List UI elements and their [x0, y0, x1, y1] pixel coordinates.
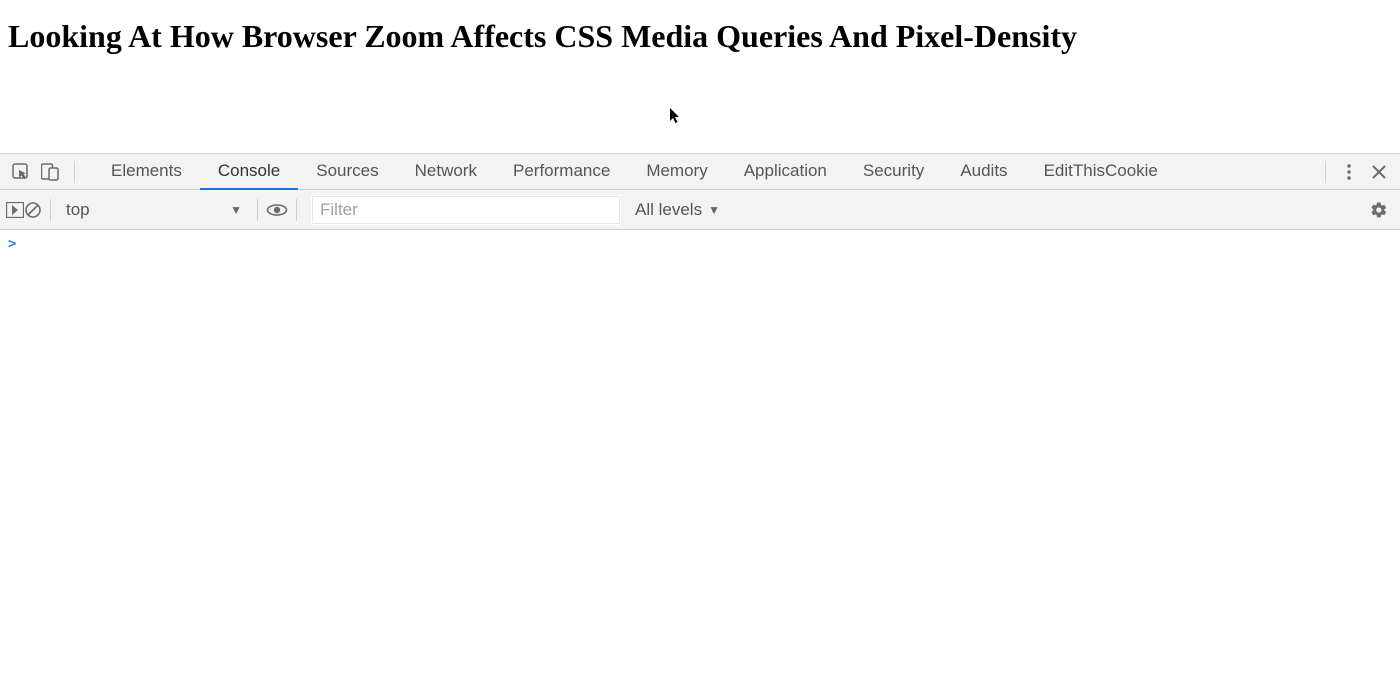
tab-performance[interactable]: Performance [495, 154, 628, 190]
tab-editthiscookie[interactable]: EditThisCookie [1026, 154, 1176, 190]
page-title: Looking At How Browser Zoom Affects CSS … [8, 18, 1392, 55]
console-toolbar: top ▼ All levels ▼ [0, 190, 1400, 230]
tab-label: EditThisCookie [1044, 161, 1158, 181]
tab-label: Console [218, 161, 280, 181]
tab-label: Performance [513, 161, 610, 181]
tab-label: Memory [646, 161, 707, 181]
separator [257, 199, 258, 221]
console-body[interactable]: > [0, 230, 1400, 700]
filter-input[interactable] [311, 195, 621, 225]
clear-console-icon[interactable] [24, 201, 42, 219]
execution-context-dropdown[interactable]: top ▼ [59, 196, 249, 224]
tab-security[interactable]: Security [845, 154, 942, 190]
toggle-device-toolbar-icon[interactable] [36, 157, 66, 187]
separator [50, 199, 51, 221]
live-expression-icon[interactable] [266, 203, 288, 217]
devtools-tabs: Elements Console Sources Network Perform… [93, 154, 1176, 190]
chevron-down-icon: ▼ [708, 203, 720, 217]
separator [296, 199, 297, 221]
tab-label: Elements [111, 161, 182, 181]
devtools-panel: Elements Console Sources Network Perform… [0, 153, 1400, 700]
tab-label: Sources [316, 161, 378, 181]
tab-application[interactable]: Application [726, 154, 845, 190]
tab-memory[interactable]: Memory [628, 154, 725, 190]
tab-label: Application [744, 161, 827, 181]
inspect-element-icon[interactable] [6, 157, 36, 187]
console-prompt-caret: > [8, 236, 16, 252]
log-levels-dropdown[interactable]: All levels ▼ [635, 200, 720, 220]
tab-audits[interactable]: Audits [942, 154, 1025, 190]
cursor-icon [670, 108, 682, 124]
tab-label: Audits [960, 161, 1007, 181]
tab-label: Security [863, 161, 924, 181]
tab-elements[interactable]: Elements [93, 154, 200, 190]
devtools-tabbar: Elements Console Sources Network Perform… [0, 154, 1400, 190]
close-devtools-icon[interactable] [1364, 157, 1394, 187]
tab-console[interactable]: Console [200, 154, 298, 190]
separator [1325, 161, 1326, 183]
tab-label: Network [415, 161, 477, 181]
context-selected-label: top [66, 200, 90, 220]
toggle-console-sidebar-icon[interactable] [6, 202, 24, 218]
more-options-icon[interactable] [1334, 157, 1364, 187]
levels-label: All levels [635, 200, 702, 220]
chevron-down-icon: ▼ [230, 203, 242, 217]
console-settings-icon[interactable] [1364, 195, 1394, 225]
tab-sources[interactable]: Sources [298, 154, 396, 190]
tab-network[interactable]: Network [397, 154, 495, 190]
separator [74, 161, 75, 183]
